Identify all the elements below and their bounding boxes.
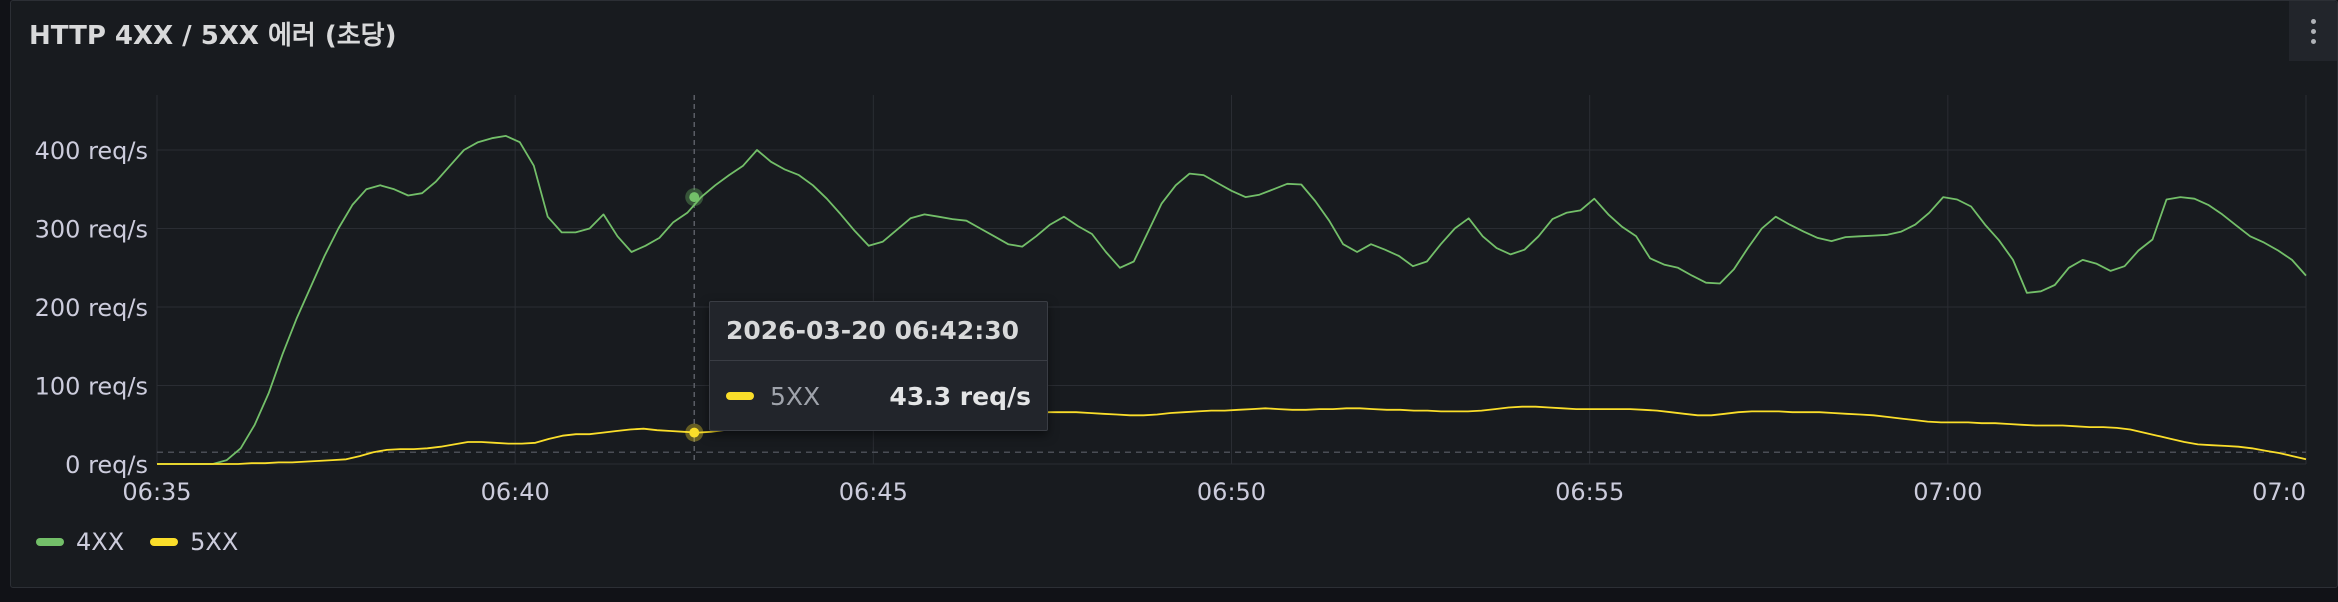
y-tick-label: 0 req/s bbox=[65, 451, 148, 479]
tooltip-time: 2026-03-20 06:42:30 bbox=[710, 302, 1047, 361]
x-tick-label: 06:45 bbox=[839, 478, 908, 506]
legend-swatch-5xx bbox=[150, 538, 179, 546]
legend-item-5xx[interactable]: 5XX bbox=[150, 528, 238, 556]
x-tick-label: 06:35 bbox=[122, 478, 191, 506]
legend-label-5xx: 5XX bbox=[190, 528, 239, 556]
x-tick-label: 07:00 bbox=[1913, 478, 1982, 506]
x-tick-label: 06:55 bbox=[1555, 478, 1624, 506]
y-tick-label: 300 req/s bbox=[35, 216, 148, 244]
legend-label-4xx: 4XX bbox=[76, 528, 125, 556]
legend-swatch-4xx bbox=[36, 538, 64, 546]
legend-item-4xx[interactable]: 4XX bbox=[36, 528, 124, 556]
y-tick-label: 200 req/s bbox=[35, 294, 148, 322]
chart-plot[interactable]: 0 req/s 100 req/s 200 req/s 300 req/s 400 re… bbox=[0, 0, 2338, 602]
x-tick-label: 07:0 bbox=[2252, 478, 2306, 506]
y-tick-label: 400 req/s bbox=[35, 137, 148, 165]
tooltip-row: 5XX 43.3 req/s bbox=[710, 361, 1047, 431]
x-tick-label: 06:50 bbox=[1197, 478, 1266, 506]
chart-legend: 4XX 5XX bbox=[36, 528, 238, 556]
x-tick-label: 06:40 bbox=[481, 478, 550, 506]
tooltip-swatch bbox=[726, 392, 754, 400]
y-tick-label: 100 req/s bbox=[35, 373, 148, 401]
tooltip-series-name: 5XX bbox=[770, 381, 821, 411]
hover-point-5xx bbox=[689, 427, 700, 438]
hover-point-4xx bbox=[689, 192, 700, 203]
chart-tooltip: 2026-03-20 06:42:30 5XX 43.3 req/s bbox=[709, 301, 1048, 431]
tooltip-value: 43.3 req/s bbox=[889, 381, 1031, 411]
